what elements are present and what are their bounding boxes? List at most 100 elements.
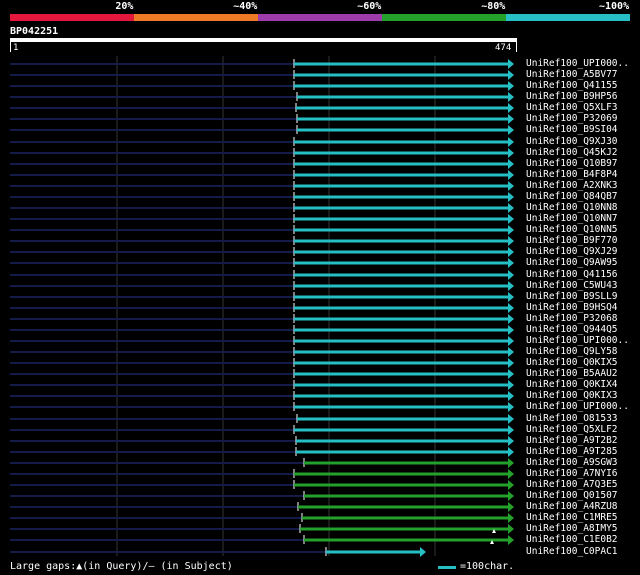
hit-arrow <box>508 535 514 545</box>
hit-arrow <box>508 391 514 401</box>
hit-arrow <box>508 181 514 191</box>
hit-bar <box>294 273 508 277</box>
hit-bar <box>294 62 508 66</box>
hit-bar <box>296 106 508 110</box>
hit-label[interactable]: UniRef100_Q10B97 <box>526 158 618 169</box>
hit-label[interactable]: UniRef100_Q10NN8 <box>526 202 618 213</box>
hit-label[interactable]: UniRef100_B9HP56 <box>526 91 618 102</box>
hit-bar <box>294 317 508 321</box>
hit-label[interactable]: UniRef100_B4F8P4 <box>526 169 618 180</box>
hit-label[interactable]: UniRef100_Q0KIX5 <box>526 357 618 368</box>
hit-label[interactable]: UniRef100_B9F770 <box>526 235 618 246</box>
hit-bar <box>294 140 508 144</box>
hit-label[interactable]: UniRef100_C5WU43 <box>526 280 618 291</box>
hit-bar <box>296 439 508 443</box>
hit-label[interactable]: UniRef100_Q944Q5 <box>526 324 618 335</box>
hit-label[interactable]: UniRef100_O81533 <box>526 413 618 424</box>
hit-arrow <box>508 281 514 291</box>
hit-label[interactable]: UniRef100_Q5XLF2 <box>526 424 618 435</box>
hit-label[interactable]: UniRef100_P32068 <box>526 313 618 324</box>
hit-bar <box>294 173 508 177</box>
hit-label[interactable]: UniRef100_A2XNK3 <box>526 180 618 191</box>
hit-label[interactable]: UniRef100_P32069 <box>526 113 618 124</box>
hit-bar <box>296 450 508 454</box>
hit-arrow <box>508 325 514 335</box>
hit-label[interactable]: UniRef100_Q5XLF3 <box>526 102 618 113</box>
hit-bar <box>294 250 508 254</box>
hit-arrow <box>508 502 514 512</box>
hit-label[interactable]: UniRef100_B9HSQ4 <box>526 302 618 313</box>
hit-arrow <box>508 292 514 302</box>
hit-label[interactable]: UniRef100_Q10NN7 <box>526 213 618 224</box>
hit-label[interactable]: UniRef100_Q01507 <box>526 490 618 501</box>
hit-label[interactable]: UniRef100_C0PAC1 <box>526 546 618 557</box>
hit-label[interactable]: UniRef100_Q84QB7 <box>526 191 618 202</box>
hit-bar <box>294 372 508 376</box>
hit-bar <box>294 228 508 232</box>
hit-bar <box>298 505 508 509</box>
hit-label[interactable]: UniRef100_Q9LY58 <box>526 346 618 357</box>
hit-label[interactable]: UniRef100_Q9XJ29 <box>526 246 618 257</box>
hit-label[interactable]: UniRef100_Q10NN5 <box>526 224 618 235</box>
gaps-legend: Large gaps:▲(in Query)/— (in Subject) <box>10 561 233 572</box>
hit-arrow <box>508 436 514 446</box>
hit-label[interactable]: UniRef100_B9SI04 <box>526 124 618 135</box>
hit-label[interactable]: UniRef100_A5BV77 <box>526 69 618 80</box>
hit-label[interactable]: UniRef100_B5AAU2 <box>526 368 618 379</box>
hit-arrow <box>508 447 514 457</box>
hit-label[interactable]: UniRef100_Q9AW95 <box>526 257 618 268</box>
hit-bar <box>294 195 508 199</box>
hit-bar <box>302 516 508 520</box>
hit-label[interactable]: UniRef100_Q0KIX3 <box>526 390 618 401</box>
hit-label[interactable]: UniRef100_Q9XJ30 <box>526 136 618 147</box>
hit-bar <box>294 483 508 487</box>
hit-label[interactable]: UniRef100_Q41155 <box>526 80 618 91</box>
hit-bar <box>294 350 508 354</box>
scale-label: =100char. <box>460 561 515 572</box>
hit-bar <box>294 472 508 476</box>
hit-bar <box>294 284 508 288</box>
hit-label[interactable]: UniRef100_A4RZU8 <box>526 501 618 512</box>
hit-arrow <box>508 369 514 379</box>
hit-label[interactable]: UniRef100_Q45KJ2 <box>526 147 618 158</box>
hit-arrow <box>508 170 514 180</box>
hit-arrow <box>508 380 514 390</box>
hit-label[interactable]: UniRef100_B9SLL9 <box>526 291 618 302</box>
hit-arrow <box>508 125 514 135</box>
scale-line <box>438 566 456 569</box>
hit-arrow <box>508 513 514 523</box>
hit-arrow <box>508 336 514 346</box>
hit-bar <box>297 95 508 99</box>
hit-arrow <box>508 347 514 357</box>
hit-bar <box>294 162 508 166</box>
hit-label[interactable]: UniRef100_Q0KIX4 <box>526 379 618 390</box>
hit-arrow <box>420 547 426 557</box>
hit-label[interactable]: UniRef100_A7Q3E5 <box>526 479 618 490</box>
hit-arrow <box>508 236 514 246</box>
hit-label[interactable]: UniRef100_A9T2B2 <box>526 435 618 446</box>
hit-arrow <box>508 148 514 158</box>
hit-label[interactable]: UniRef100_C1E0B2 <box>526 534 618 545</box>
hit-arrow <box>508 59 514 69</box>
hit-arrow <box>508 314 514 324</box>
hit-label[interactable]: UniRef100_A7NYI6 <box>526 468 618 479</box>
hit-label[interactable]: UniRef100_UPI000.. <box>526 335 629 346</box>
hit-bar <box>294 73 508 77</box>
hit-label[interactable]: UniRef100_A8IMY5 <box>526 523 618 534</box>
hit-bar <box>294 217 508 221</box>
hit-bar <box>294 383 508 387</box>
hit-label[interactable]: UniRef100_C1MRE5 <box>526 512 618 523</box>
hit-label[interactable]: UniRef100_UPI000.. <box>526 401 629 412</box>
hit-arrow <box>508 214 514 224</box>
hit-bar <box>294 405 508 409</box>
hit-bar <box>294 339 508 343</box>
hit-arrow <box>508 81 514 91</box>
hit-label[interactable]: UniRef100_Q41156 <box>526 269 618 280</box>
hit-label[interactable]: UniRef100_A9SGW3 <box>526 457 618 468</box>
hit-label[interactable]: UniRef100_UPI000.. <box>526 58 629 69</box>
hit-label[interactable]: UniRef100_A9T285 <box>526 446 618 457</box>
hit-bar <box>294 184 508 188</box>
hit-arrow <box>508 358 514 368</box>
hit-arrow <box>508 159 514 169</box>
hit-arrow <box>508 114 514 124</box>
